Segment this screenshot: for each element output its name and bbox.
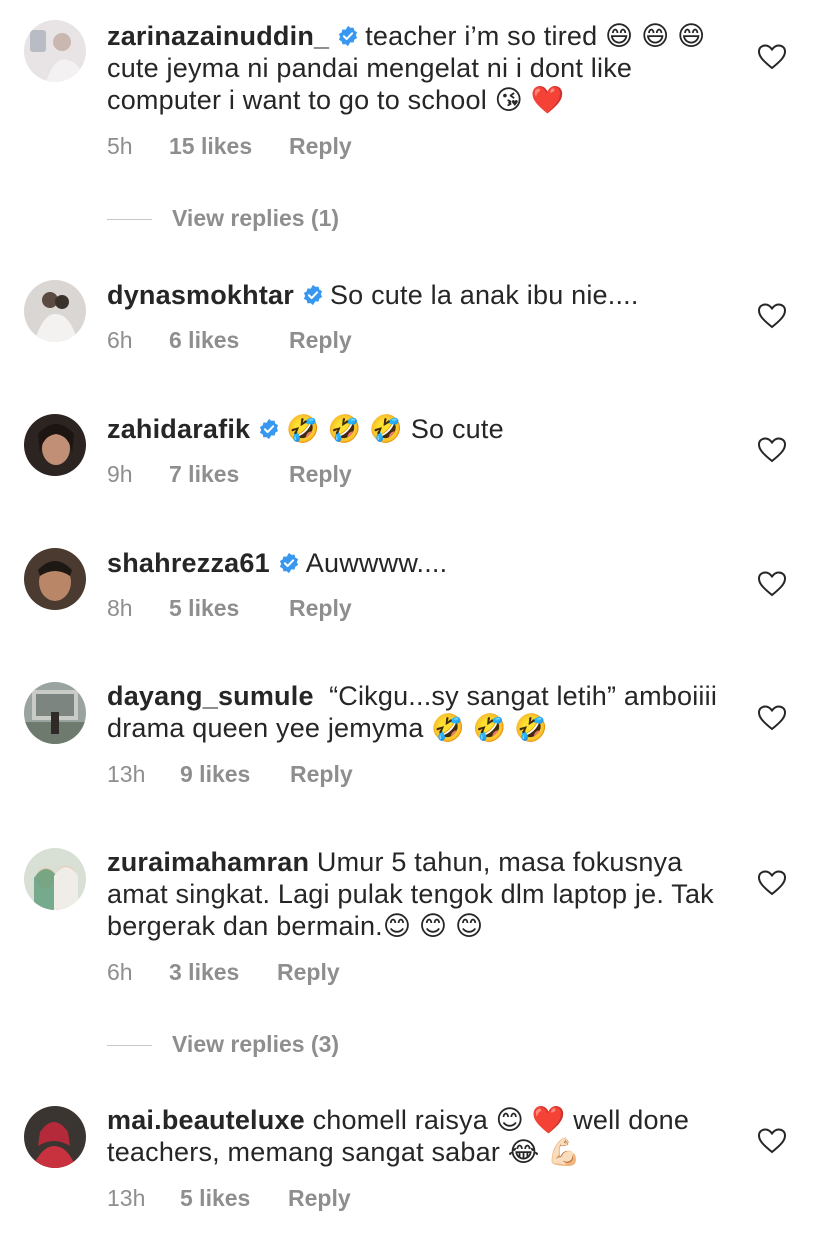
avatar[interactable] bbox=[24, 682, 86, 744]
reply-button[interactable]: Reply bbox=[288, 1185, 351, 1212]
view-replies-button[interactable]: View replies (1) bbox=[107, 205, 339, 232]
avatar[interactable] bbox=[24, 20, 86, 82]
comment-text: 🤣 🤣 🤣 So cute bbox=[286, 414, 504, 444]
verified-badge-icon bbox=[258, 418, 280, 440]
view-replies-button[interactable]: View replies (3) bbox=[107, 1031, 339, 1058]
view-replies-label: View replies (3) bbox=[172, 1031, 340, 1057]
comment-likes[interactable]: 3 likes bbox=[169, 959, 277, 986]
avatar[interactable] bbox=[24, 548, 86, 610]
comment-time: 9h bbox=[107, 461, 133, 487]
comment-likes[interactable]: 5 likes bbox=[169, 595, 289, 622]
reply-button[interactable]: Reply bbox=[289, 133, 352, 160]
comment-username[interactable]: zarinazainuddin_ bbox=[107, 21, 329, 51]
comment-meta: 8h 5 likes Reply bbox=[107, 595, 352, 622]
comment-time: 6h bbox=[107, 327, 133, 353]
view-replies-label: View replies (1) bbox=[172, 205, 340, 231]
avatar[interactable] bbox=[24, 848, 86, 910]
comment-likes[interactable]: 7 likes bbox=[169, 461, 289, 488]
comment-time: 8h bbox=[107, 595, 133, 621]
like-heart-icon[interactable] bbox=[758, 1128, 786, 1154]
divider-line bbox=[107, 1045, 152, 1047]
comment-meta: 6h 6 likes Reply bbox=[107, 327, 352, 354]
comment-time: 5h bbox=[107, 133, 133, 159]
avatar[interactable] bbox=[24, 280, 86, 342]
comment-likes[interactable]: 5 likes bbox=[180, 1185, 288, 1212]
divider-line bbox=[107, 219, 152, 221]
comment-likes[interactable]: 9 likes bbox=[180, 761, 290, 788]
comment-likes[interactable]: 15 likes bbox=[169, 133, 289, 160]
comment-time: 13h bbox=[107, 761, 146, 787]
avatar[interactable] bbox=[24, 414, 86, 476]
like-heart-icon[interactable] bbox=[758, 437, 786, 463]
comment-username[interactable]: dayang_sumule bbox=[107, 681, 314, 711]
verified-badge-icon bbox=[278, 552, 300, 574]
comment-meta: 9h 7 likes Reply bbox=[107, 461, 352, 488]
like-heart-icon[interactable] bbox=[758, 571, 786, 597]
comment-meta: 13h 9 likes Reply bbox=[107, 761, 353, 788]
reply-button[interactable]: Reply bbox=[289, 461, 352, 488]
comment-username[interactable]: zuraimahamran bbox=[107, 847, 309, 877]
like-heart-icon[interactable] bbox=[758, 705, 786, 731]
avatar[interactable] bbox=[24, 1106, 86, 1168]
comment-username[interactable]: zahidarafik bbox=[107, 414, 250, 444]
comment-time: 6h bbox=[107, 959, 133, 985]
comment-text: Auwwww.... bbox=[305, 548, 448, 578]
reply-button[interactable]: Reply bbox=[290, 761, 353, 788]
comment-text: So cute la anak ibu nie.... bbox=[329, 280, 639, 310]
comment-meta: 5h 15 likes Reply bbox=[107, 133, 352, 160]
comment-meta: 13h 5 likes Reply bbox=[107, 1185, 351, 1212]
like-heart-icon[interactable] bbox=[758, 303, 786, 329]
verified-badge-icon bbox=[337, 25, 359, 47]
comment-meta: 6h 3 likes Reply bbox=[107, 959, 340, 986]
like-heart-icon[interactable] bbox=[758, 44, 786, 70]
comment-likes[interactable]: 6 likes bbox=[169, 327, 289, 354]
reply-button[interactable]: Reply bbox=[277, 959, 340, 986]
comment-time: 13h bbox=[107, 1185, 146, 1211]
comment-username[interactable]: dynasmokhtar bbox=[107, 280, 294, 310]
comment-username[interactable]: shahrezza61 bbox=[107, 548, 270, 578]
like-heart-icon[interactable] bbox=[758, 870, 786, 896]
comment-username[interactable]: mai.beauteluxe bbox=[107, 1105, 305, 1135]
reply-button[interactable]: Reply bbox=[289, 595, 352, 622]
verified-badge-icon bbox=[302, 284, 324, 306]
reply-button[interactable]: Reply bbox=[289, 327, 352, 354]
